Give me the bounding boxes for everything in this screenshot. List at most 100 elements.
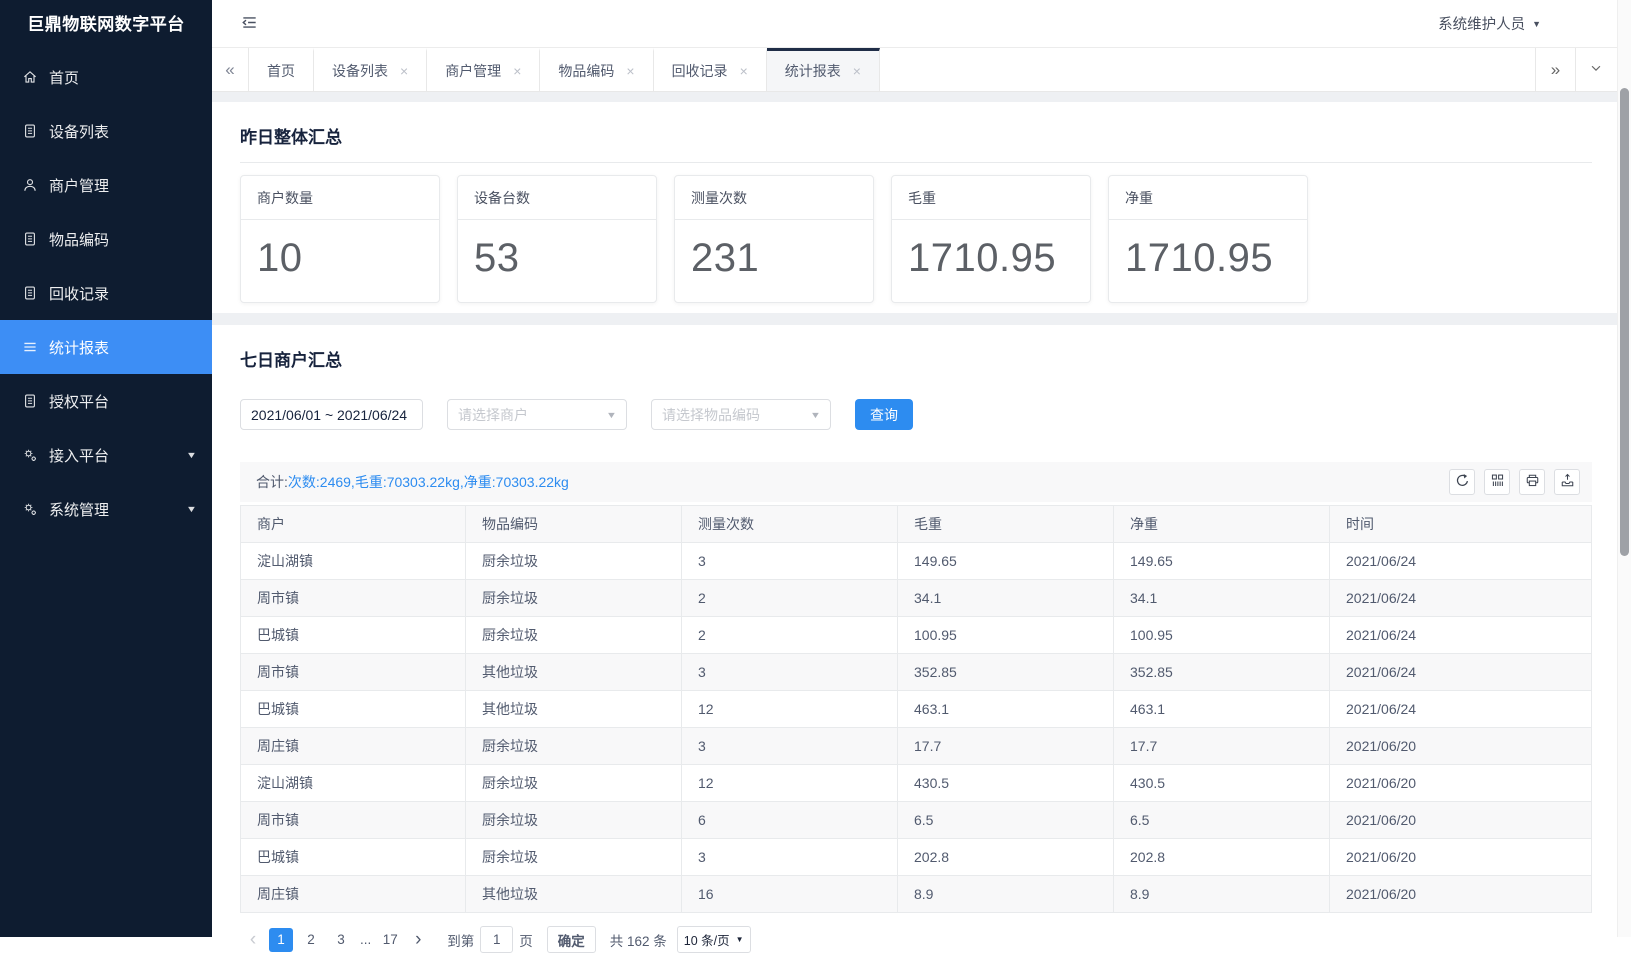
caret-down-icon: ▼: [1532, 19, 1541, 29]
scrollbar-thumb[interactable]: [1620, 88, 1629, 556]
close-tab-icon[interactable]: ×: [853, 64, 861, 78]
sidebar-item-system-mgmt[interactable]: 系统管理▼: [0, 482, 212, 536]
column-header: 净重: [1114, 506, 1330, 543]
table-row: 巴城镇其他垃圾12463.1463.12021/06/24: [241, 691, 1592, 728]
table-cell: 430.5: [1114, 765, 1330, 802]
page-3-button[interactable]: 3: [329, 928, 353, 952]
stat-card: 毛重1710.95: [891, 175, 1091, 303]
table-row: 周市镇厨余垃圾66.56.52021/06/20: [241, 802, 1592, 839]
tab-device-list[interactable]: 设备列表×: [314, 48, 427, 91]
user-name: 系统维护人员: [1438, 13, 1525, 34]
table-cell: 淀山湖镇: [241, 543, 466, 580]
refresh-icon: [1455, 473, 1470, 491]
tab-item-code[interactable]: 物品编码×: [540, 48, 653, 91]
close-tab-icon[interactable]: ×: [400, 64, 408, 78]
close-tab-icon[interactable]: ×: [740, 64, 748, 78]
section-title-report: 七日商户汇总: [240, 335, 1592, 385]
export-icon: [1560, 473, 1575, 491]
sidebar-item-home[interactable]: 首页: [0, 50, 212, 104]
page-1-button[interactable]: 1: [269, 928, 293, 952]
doc-icon: [22, 123, 38, 139]
total-count-label: 共 162 条: [610, 930, 667, 950]
page-2-button[interactable]: 2: [299, 928, 323, 952]
date-range-input[interactable]: [240, 399, 423, 430]
scroll-tabs-left-button[interactable]: «: [212, 48, 249, 91]
table-cell: 100.95: [898, 617, 1114, 654]
table-cell: 厨余垃圾: [466, 580, 682, 617]
table-row: 淀山湖镇厨余垃圾3149.65149.652021/06/24: [241, 543, 1592, 580]
table-row: 周市镇厨余垃圾234.134.12021/06/24: [241, 580, 1592, 617]
tab-options-button[interactable]: [1575, 48, 1615, 91]
user-menu[interactable]: 系统维护人员 ▼: [1438, 13, 1541, 34]
merchant-select[interactable]: 请选择商户 ▼: [447, 399, 627, 430]
sidebar-item-item-code[interactable]: 物品编码: [0, 212, 212, 266]
table-cell: 17.7: [1114, 728, 1330, 765]
doc-icon: [22, 285, 38, 301]
table-cell: 其他垃圾: [466, 691, 682, 728]
stat-card: 商户数量10: [240, 175, 440, 303]
table-cell: 周市镇: [241, 654, 466, 691]
doc-icon: [22, 231, 38, 247]
columns-button[interactable]: [1484, 469, 1510, 495]
prev-page-button[interactable]: ‹: [240, 928, 266, 952]
goto-page-input[interactable]: [480, 926, 513, 953]
table-cell: 2021/06/24: [1330, 617, 1592, 654]
tab-stats-report[interactable]: 统计报表×: [767, 48, 880, 91]
table-cell: 其他垃圾: [466, 876, 682, 913]
sidebar-item-label: 商户管理: [49, 175, 109, 196]
scroll-tabs-right-button[interactable]: »: [1535, 48, 1575, 91]
table-cell: 厨余垃圾: [466, 802, 682, 839]
sidebar-item-access-platform[interactable]: 接入平台▼: [0, 428, 212, 482]
table-cell: 淀山湖镇: [241, 765, 466, 802]
table-cell: 6.5: [898, 802, 1114, 839]
caret-down-icon: ▼: [810, 410, 821, 420]
export-button[interactable]: [1554, 469, 1580, 495]
stat-card-value: 53: [458, 220, 656, 281]
table-cell: 2021/06/20: [1330, 728, 1592, 765]
refresh-button[interactable]: [1449, 469, 1475, 495]
print-icon: [1525, 473, 1540, 491]
table-cell: 2021/06/20: [1330, 839, 1592, 876]
sidebar-item-label: 统计报表: [49, 337, 109, 358]
close-tab-icon[interactable]: ×: [626, 64, 634, 78]
table-cell: 100.95: [1114, 617, 1330, 654]
sidebar-collapse-button[interactable]: [240, 13, 259, 35]
table-cell: 2021/06/24: [1330, 691, 1592, 728]
column-header: 时间: [1330, 506, 1592, 543]
sidebar-item-device-list[interactable]: 设备列表: [0, 104, 212, 158]
gears-icon: [22, 447, 38, 463]
table-cell: 2: [682, 580, 898, 617]
page-size-select[interactable]: 10 条/页 ▼: [677, 926, 751, 953]
chevron-down-icon: ▼: [186, 504, 197, 514]
stat-card-label: 商户数量: [241, 176, 439, 220]
table-cell: 463.1: [1114, 691, 1330, 728]
item-code-select[interactable]: 请选择物品编码 ▼: [651, 399, 831, 430]
search-button[interactable]: 查询: [855, 399, 913, 430]
page-17-button[interactable]: 17: [378, 928, 402, 952]
totals-values: 次数:2469,毛重:70303.22kg,净重:70303.22kg: [288, 474, 569, 490]
table-cell: 202.8: [1114, 839, 1330, 876]
scrollbar-track[interactable]: [1617, 0, 1631, 937]
table-cell: 周庄镇: [241, 876, 466, 913]
tab-home[interactable]: 首页: [249, 48, 314, 91]
next-page-button[interactable]: ›: [405, 928, 431, 952]
table-header-row: 商户物品编码测量次数毛重净重时间: [241, 506, 1592, 543]
stat-card-value: 10: [241, 220, 439, 281]
goto-confirm-button[interactable]: 确定: [547, 926, 596, 953]
home-icon: [22, 69, 38, 85]
sidebar-item-recycle-records[interactable]: 回收记录: [0, 266, 212, 320]
table-cell: 厨余垃圾: [466, 765, 682, 802]
totals-label: 合计:: [256, 474, 288, 490]
sidebar-item-merchant-mgmt[interactable]: 商户管理: [0, 158, 212, 212]
tab-merchant-mgmt[interactable]: 商户管理×: [427, 48, 540, 91]
sidebar-item-auth-platform[interactable]: 授权平台: [0, 374, 212, 428]
print-button[interactable]: [1519, 469, 1545, 495]
tab-recycle-records[interactable]: 回收记录×: [654, 48, 767, 91]
close-tab-icon[interactable]: ×: [513, 64, 521, 78]
table-cell: 149.65: [898, 543, 1114, 580]
table-cell: 周市镇: [241, 802, 466, 839]
sidebar-item-stats-report[interactable]: 统计报表: [0, 320, 212, 374]
pagination: ‹ 123...17 › 到第 页 确定 共 162 条 10 条/页 ▼: [240, 926, 1592, 953]
table-cell: 34.1: [1114, 580, 1330, 617]
table-cell: 430.5: [898, 765, 1114, 802]
